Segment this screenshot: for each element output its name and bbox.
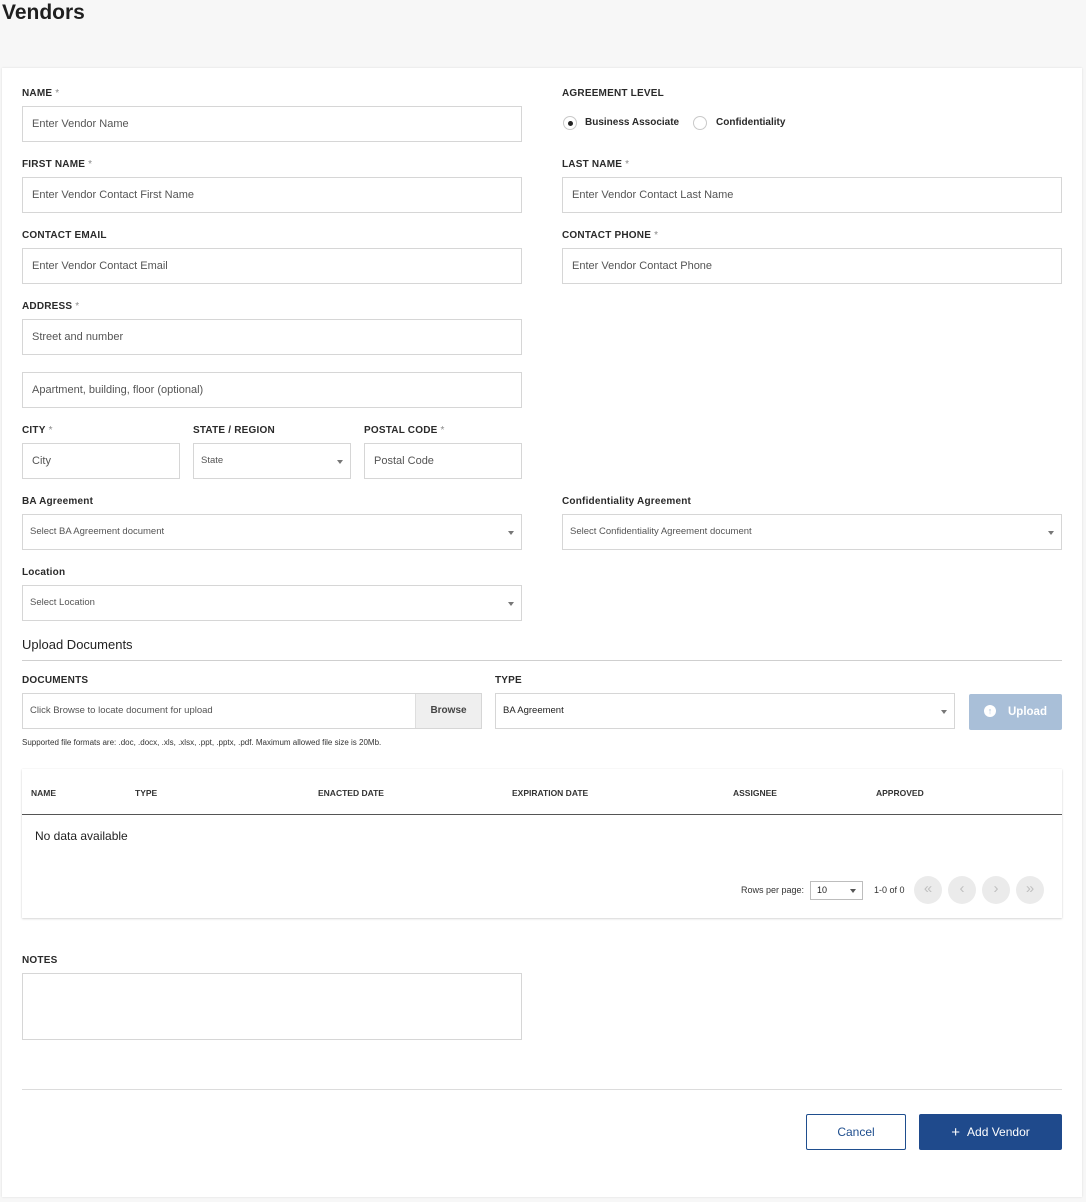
address-label: ADDRESS * (22, 301, 80, 312)
document-file-input[interactable]: Click Browse to locate document for uplo… (22, 693, 482, 729)
page-title: Vendors (2, 1, 85, 24)
browse-button[interactable]: Browse (415, 694, 481, 728)
chevron-down-icon (941, 710, 947, 714)
next-page-icon[interactable]: › (982, 876, 1010, 904)
pagination-range: 1-0 of 0 (874, 885, 905, 895)
location-label: Location (22, 567, 66, 578)
upload-button-label: Upload (1008, 706, 1047, 718)
documents-table: NAME TYPE ENACTED DATE EXPIRATION DATE A… (22, 769, 1062, 918)
plus-icon: + (951, 1124, 961, 1141)
section-divider (22, 660, 1062, 661)
postal-code-label: POSTAL CODE * (364, 425, 445, 436)
confidentiality-agreement-select[interactable]: Select Confidentiality Agreement documen… (562, 514, 1062, 550)
column-header-enacted-date[interactable]: ENACTED DATE (318, 788, 384, 798)
state-select[interactable]: State (193, 443, 351, 479)
rows-per-page-label: Rows per page: (741, 885, 805, 895)
document-type-value: BA Agreement (503, 705, 564, 716)
agreement-level-label: AGREEMENT LEVEL (562, 88, 664, 99)
business-associate-radio[interactable] (563, 116, 577, 130)
column-header-assignee[interactable]: ASSIGNEE (733, 788, 777, 798)
add-vendor-label: Add Vendor (967, 1125, 1030, 1139)
documents-label: DOCUMENTS (22, 675, 89, 686)
confidentiality-agreement-label: Confidentiality Agreement (562, 496, 692, 507)
state-label: STATE / REGION (193, 425, 275, 436)
column-header-type[interactable]: TYPE (135, 788, 157, 798)
vendor-name-input[interactable]: Enter Vendor Name (22, 106, 522, 142)
footer-divider (22, 1089, 1062, 1090)
notes-label: NOTES (22, 955, 58, 966)
chevron-down-icon (850, 889, 856, 893)
column-header-approved[interactable]: APPROVED (876, 788, 924, 798)
city-input[interactable]: City (22, 443, 180, 479)
name-label: NAME * (22, 88, 60, 99)
document-type-select[interactable]: BA Agreement (495, 693, 955, 729)
upload-arrow-icon: ↑ (984, 704, 996, 717)
cancel-button[interactable]: Cancel (806, 1114, 906, 1150)
chevron-down-icon (508, 531, 514, 535)
first-name-input[interactable]: Enter Vendor Contact First Name (22, 177, 522, 213)
chevron-down-icon (508, 602, 514, 606)
upload-hint-text: Supported file formats are: .doc, .docx,… (22, 738, 382, 747)
chevron-down-icon (1048, 531, 1054, 535)
type-label: TYPE (495, 675, 522, 686)
state-select-value: State (201, 455, 224, 466)
last-name-label: LAST NAME * (562, 159, 630, 170)
business-associate-label: Business Associate (585, 117, 680, 128)
address-line1-input[interactable]: Street and number (22, 319, 522, 355)
ba-agreement-select-value: Select BA Agreement document (30, 526, 165, 537)
address-line2-input[interactable]: Apartment, building, floor (optional) (22, 372, 522, 408)
confidentiality-agreement-select-value: Select Confidentiality Agreement documen… (570, 526, 752, 537)
ba-agreement-select[interactable]: Select BA Agreement document (22, 514, 522, 550)
no-data-message: No data available (35, 829, 128, 843)
location-select-value: Select Location (30, 597, 95, 608)
location-select[interactable]: Select Location (22, 585, 522, 621)
table-header-divider (22, 814, 1062, 815)
last-name-input[interactable]: Enter Vendor Contact Last Name (562, 177, 1062, 213)
upload-documents-title: Upload Documents (22, 637, 133, 652)
confidentiality-radio[interactable] (693, 116, 707, 130)
contact-email-label: CONTACT EMAIL (22, 230, 107, 241)
column-header-expiration-date[interactable]: EXPIRATION DATE (512, 788, 588, 798)
document-file-placeholder: Click Browse to locate document for uplo… (30, 705, 213, 716)
contact-phone-input[interactable]: Enter Vendor Contact Phone (562, 248, 1062, 284)
chevron-down-icon (337, 460, 343, 464)
first-name-label: FIRST NAME * (22, 159, 93, 170)
postal-code-input[interactable]: Postal Code (364, 443, 522, 479)
column-header-name[interactable]: NAME (31, 788, 56, 798)
rows-per-page-value: 10 (817, 885, 828, 895)
add-vendor-button[interactable]: + Add Vendor (919, 1114, 1062, 1150)
last-page-icon[interactable]: » (1016, 876, 1044, 904)
contact-email-input[interactable]: Enter Vendor Contact Email (22, 248, 522, 284)
notes-textarea[interactable] (22, 973, 522, 1040)
contact-phone-label: CONTACT PHONE * (562, 230, 659, 241)
first-page-icon[interactable]: « (914, 876, 942, 904)
upload-button[interactable]: ↑ Upload (969, 694, 1062, 730)
confidentiality-label: Confidentiality (716, 117, 786, 128)
vendor-form-card: NAME * Enter Vendor Name AGREEMENT LEVEL … (2, 68, 1082, 1197)
city-label: CITY * (22, 425, 53, 436)
ba-agreement-label: BA Agreement (22, 496, 94, 507)
previous-page-icon[interactable]: ‹ (948, 876, 976, 904)
rows-per-page-select[interactable]: 10 (810, 881, 863, 900)
